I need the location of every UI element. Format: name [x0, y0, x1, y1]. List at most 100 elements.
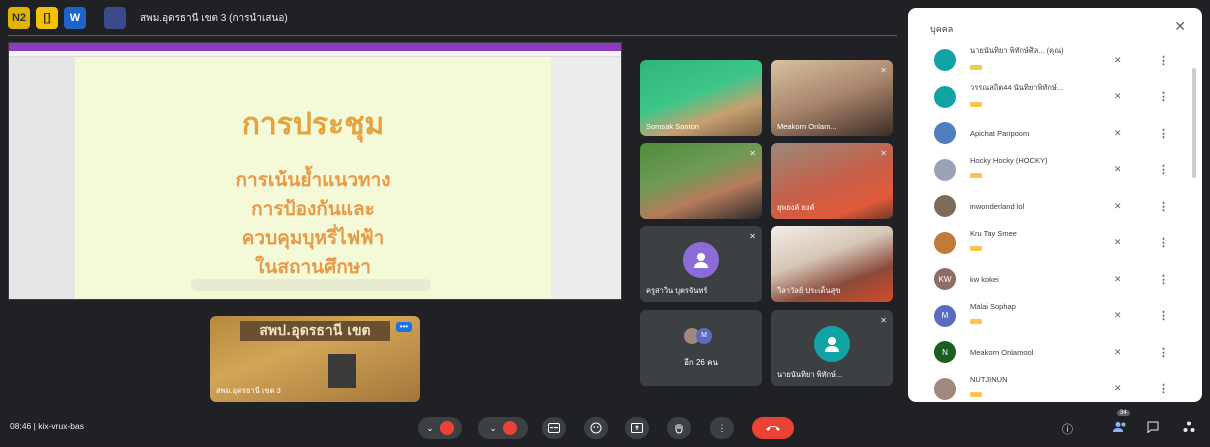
mic-off-icon: ✕: [880, 316, 887, 325]
participant-tile[interactable]: Somsak Santon: [640, 60, 762, 136]
more-vert-icon[interactable]: ⋮: [1158, 54, 1169, 67]
participant-name: Meakorn Onlamool: [970, 347, 1034, 357]
avatar: N: [934, 341, 956, 364]
emoji-icon: [590, 422, 602, 434]
ppt-notes-panel: [551, 57, 621, 299]
participant-name: วิลาวัลย์ ประเด็นสุข: [777, 286, 841, 295]
participant-name: Hocky Hocky (HOCKY): [970, 156, 1048, 166]
participant-tile[interactable]: ✕ Meakorn Onlam...: [771, 60, 893, 136]
role-badge: [970, 319, 982, 325]
participant-row[interactable]: Apichat Panpoom ✕ ⋮: [908, 115, 1188, 152]
more-vert-icon[interactable]: ⋮: [1158, 382, 1169, 395]
participant-tile[interactable]: ✕ นายนันทิยา พิทักษ์...: [771, 310, 893, 386]
app-chip-gold[interactable]: []: [36, 7, 58, 29]
mic-off-icon[interactable]: ✕: [1114, 201, 1122, 212]
mic-off-icon[interactable]: ✕: [1114, 55, 1122, 66]
person-icon: [694, 253, 708, 269]
participant-row[interactable]: KW kw kokei ✕ ⋮: [908, 261, 1188, 298]
close-icon[interactable]: ✕: [1174, 18, 1186, 35]
participant-row[interactable]: NUTJINUN ✕ ⋮: [908, 371, 1188, 403]
avatar: [934, 195, 956, 218]
present-button[interactable]: [625, 417, 649, 439]
mic-off-icon[interactable]: ✕: [1114, 383, 1122, 394]
meeting-controls-bar: 08:46 | kix-vrux-bas ⌄ ⌄ ⋮ ⓘ 34: [0, 407, 1210, 447]
mic-off-icon[interactable]: ✕: [1114, 274, 1122, 285]
app-chip-yellow[interactable]: N2: [8, 7, 30, 29]
participant-name: NUTJINUN: [970, 375, 1008, 385]
more-vert-icon[interactable]: ⋮: [1158, 309, 1169, 322]
stacked-avatars: M: [684, 328, 712, 344]
mic-off-icon[interactable]: ✕: [1114, 310, 1122, 321]
hang-up-icon: [766, 426, 780, 431]
participant-row[interactable]: N Meakorn Onlamool ✕ ⋮: [908, 334, 1188, 371]
participant-row[interactable]: Hocky Hocky (HOCKY) ✕ ⋮: [908, 152, 1188, 189]
activities-icon[interactable]: [1183, 421, 1195, 436]
participant-tile[interactable]: ✕ ยุพยงค์ ยงค์: [771, 143, 893, 219]
participant-row[interactable]: inwonderland lol ✕ ⋮: [908, 188, 1188, 225]
more-vert-icon[interactable]: ⋮: [1158, 90, 1169, 103]
participant-count-badge: 34: [1117, 410, 1130, 416]
mic-off-icon[interactable]: ✕: [1114, 128, 1122, 139]
participant-name: Malai Sophap: [970, 302, 1016, 312]
avatar: [934, 49, 956, 72]
microphone-button[interactable]: ⌄: [418, 417, 462, 439]
others-tile[interactable]: M อีก 26 คน: [640, 310, 762, 386]
people-panel: บุคคล ✕ นายนันทิยา พิทักษ์ศิล... (คุณ) ✕ ⋮…: [908, 8, 1202, 402]
mic-off-icon[interactable]: ✕: [1114, 164, 1122, 175]
avatar: M: [934, 304, 956, 327]
raise-hand-button[interactable]: [667, 417, 691, 439]
slide-line: ควบคุมบุหรี่ไฟฟ้า: [241, 227, 385, 249]
mic-off-icon[interactable]: ✕: [1114, 91, 1122, 102]
participant-row[interactable]: วรรณสถิต44 นันทิยาพิทักษ์... ✕ ⋮: [908, 79, 1188, 116]
self-video-tile[interactable]: สพป.อุดรธานี เขต ••• สพม.อุดรธานี เขต 3: [210, 316, 420, 402]
avatar: [934, 85, 956, 108]
participant-name: kw kokei: [970, 274, 999, 284]
role-badge: [970, 392, 982, 398]
participant-name: ครูสาวิน บุตรจันทร์: [646, 286, 708, 295]
emoji-button[interactable]: [584, 417, 608, 439]
leave-call-button[interactable]: [752, 417, 794, 439]
participant-name: นายนันทิยา พิทักษ์ศิล... (คุณ): [970, 46, 1064, 56]
more-vert-icon[interactable]: ⋮: [1158, 346, 1169, 359]
avatar: [934, 122, 956, 145]
presenter-logo-icon: [104, 7, 126, 29]
role-badge: [970, 65, 982, 71]
participant-tile[interactable]: ✕: [640, 143, 762, 219]
more-vert-icon[interactable]: ⋮: [1158, 127, 1169, 140]
more-vert-icon[interactable]: ⋮: [1158, 163, 1169, 176]
role-badge: [970, 101, 982, 107]
avatar: [683, 242, 719, 279]
more-vert-icon[interactable]: ⋮: [1158, 273, 1169, 286]
participant-row[interactable]: M Malai Sophap ✕ ⋮: [908, 298, 1188, 335]
participant-name: Kru Tay Smee: [970, 229, 1017, 239]
ppt-titlebar: [9, 43, 621, 51]
room-chair: [328, 354, 356, 388]
chat-icon[interactable]: [1147, 421, 1159, 436]
captions-button[interactable]: [542, 417, 566, 439]
participant-tile[interactable]: ✕ ครูสาวิน บุตรจันทร์: [640, 226, 762, 302]
participant-row[interactable]: Kru Tay Smee ✕ ⋮: [908, 225, 1188, 262]
slide-line: ในสถานศึกษา: [255, 256, 371, 278]
participant-row[interactable]: นายนันทิยา พิทักษ์ศิล... (คุณ) ✕ ⋮: [908, 42, 1188, 79]
mic-off-icon: [439, 421, 454, 435]
camera-off-icon: [502, 421, 517, 435]
camera-button[interactable]: ⌄: [478, 417, 528, 439]
more-vert-icon[interactable]: ⋮: [1158, 200, 1169, 213]
slide-toolbar[interactable]: [191, 279, 431, 291]
mic-off-icon[interactable]: ✕: [1114, 347, 1122, 358]
scrollbar[interactable]: [1192, 68, 1196, 178]
more-vert-icon[interactable]: ⋮: [1158, 236, 1169, 249]
more-options-button[interactable]: ⋮: [710, 417, 734, 439]
meeting-topbar: N2 [] W สพม.อุดรธานี เขต 3 (การนำเสนอ): [0, 0, 905, 36]
more-options-icon[interactable]: •••: [396, 322, 412, 332]
participant-tile[interactable]: วิลาวัลย์ ประเด็นสุข: [771, 226, 893, 302]
captions-icon: [548, 423, 560, 433]
mic-off-icon[interactable]: ✕: [1114, 237, 1122, 248]
participant-name: Somsak Santon: [646, 122, 699, 131]
info-icon[interactable]: ⓘ: [1062, 421, 1073, 437]
role-badge: [970, 246, 982, 252]
people-panel-title: บุคคล: [930, 24, 954, 34]
people-icon[interactable]: [1113, 421, 1127, 436]
app-chip-blue[interactable]: W: [64, 7, 86, 29]
presentation-screen[interactable]: การประชุม การเน้นย้ำแนวทาง การป้องกันและ…: [8, 42, 622, 300]
